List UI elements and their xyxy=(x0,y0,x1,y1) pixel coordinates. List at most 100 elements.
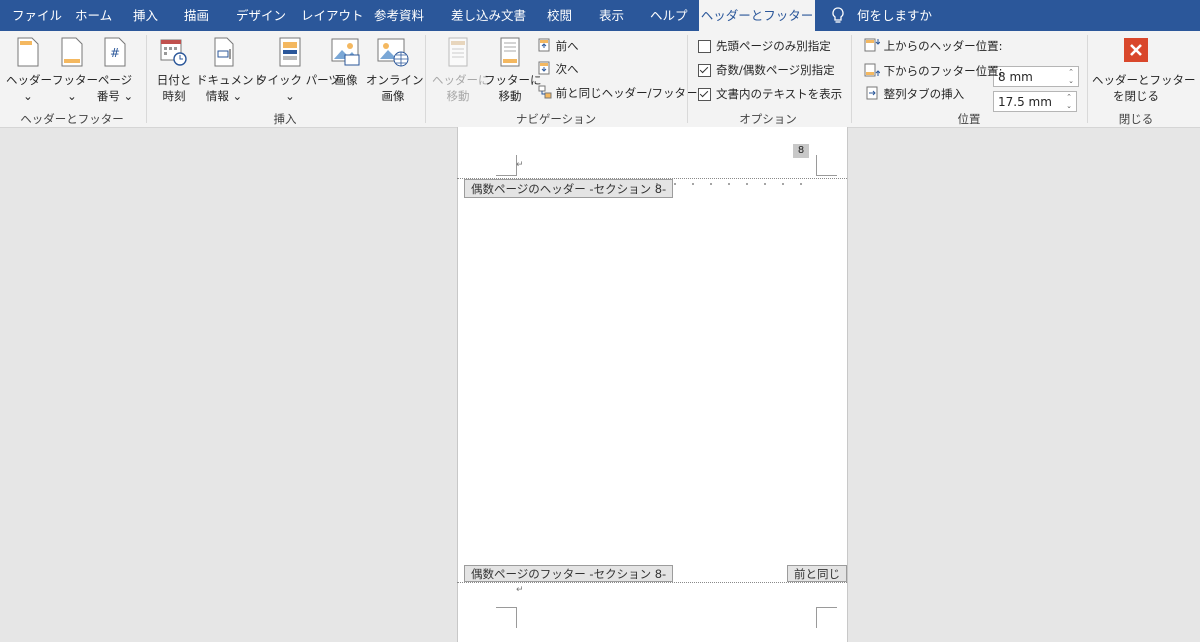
quick-parts-button[interactable]: クイック パーツ ⌄ xyxy=(256,31,340,109)
header-button[interactable]: ヘッダー ⌄ xyxy=(6,31,52,109)
group-divider xyxy=(425,35,426,123)
spin-arrows-icon[interactable]: ⌃ ⌄ xyxy=(1066,68,1076,86)
different-first-page-checkbox[interactable] xyxy=(698,40,711,53)
next-label: 次へ xyxy=(555,62,579,76)
group-label-header-footer: ヘッダーとフッター xyxy=(20,112,124,126)
tab-review[interactable]: 校閲 xyxy=(547,0,572,31)
footer-page-icon xyxy=(61,37,83,71)
go-to-footer-label-1: フッターに xyxy=(484,73,542,87)
close-icon xyxy=(1123,37,1149,67)
online-picture-label-2: 画像 xyxy=(381,89,405,103)
picture-icon xyxy=(331,37,361,71)
link-to-previous-button[interactable]: 前と同じヘッダー/フッター xyxy=(538,83,698,103)
header-position-label: 上からのヘッダー位置: xyxy=(883,39,1003,53)
chevron-down-icon: ⌄ xyxy=(67,89,77,103)
chevron-down-icon: ⌄ xyxy=(285,89,295,103)
page-number-icon: # xyxy=(104,37,126,71)
previous-button[interactable]: 前へ xyxy=(538,36,579,56)
different-odd-even-checkbox[interactable] xyxy=(698,64,711,77)
tab-header-footer[interactable]: ヘッダーとフッター xyxy=(699,0,815,32)
tab-draw[interactable]: 描画 xyxy=(184,0,209,31)
tab-help[interactable]: ヘルプ xyxy=(650,0,688,31)
go-to-footer-button[interactable]: フッターに 移動 xyxy=(484,31,542,109)
crop-mark xyxy=(496,607,517,628)
go-to-header-icon xyxy=(447,37,469,71)
tab-leader-dots xyxy=(655,178,805,186)
online-picture-button[interactable]: オンライン 画像 xyxy=(366,31,424,109)
group-label-position: 位置 xyxy=(957,112,981,126)
spin-arrows-icon[interactable]: ⌃ ⌄ xyxy=(1064,93,1074,111)
group-label-options: オプション xyxy=(739,112,797,126)
tab-insert[interactable]: 挿入 xyxy=(133,0,158,31)
page-number-field[interactable]: 8 xyxy=(793,144,809,158)
close-label-2: を閉じる xyxy=(1113,89,1159,103)
quick-parts-icon xyxy=(278,37,302,71)
alignment-tab-icon xyxy=(866,86,878,100)
document-info-icon xyxy=(212,37,236,71)
next-icon xyxy=(538,61,550,75)
tell-me-search[interactable]: 何をしますか xyxy=(857,0,932,31)
different-odd-even-option[interactable]: 奇数/偶数ページ別指定 xyxy=(698,60,835,80)
tab-home[interactable]: ホーム xyxy=(75,0,112,31)
header-position-icon xyxy=(864,38,881,52)
footer-position-icon xyxy=(864,63,881,77)
show-document-text-option[interactable]: 文書内のテキストを表示 xyxy=(698,84,842,104)
group-label-insert: 挿入 xyxy=(273,112,297,126)
calendar-clock-icon xyxy=(160,37,188,71)
show-document-text-checkbox[interactable] xyxy=(698,88,711,101)
link-icon xyxy=(538,85,552,99)
page-number-label-2: 番号 xyxy=(96,89,120,103)
chevron-down-icon: ⌄ xyxy=(23,89,33,103)
tab-view[interactable]: 表示 xyxy=(599,0,624,31)
group-divider xyxy=(146,35,147,123)
group-label-navigation: ナビゲーション xyxy=(515,112,597,126)
close-header-footer-button[interactable]: ヘッダーとフッターを閉じる xyxy=(1092,31,1196,109)
go-to-footer-icon xyxy=(499,37,521,71)
tab-references[interactable]: 参考資料 xyxy=(374,0,424,31)
tab-design[interactable]: デザイン xyxy=(236,0,286,31)
close-label-1: ヘッダーとフッター xyxy=(1092,73,1196,87)
ribbon: ヘッダー ⌄ フッター ⌄ # ページ番号 ⌄ ヘッダーとフッター 日付と時刻 ドキ… xyxy=(0,31,1200,128)
insert-alignment-tab-label: 整列タブの挿入 xyxy=(883,87,965,101)
insert-alignment-tab-button[interactable]: 整列タブの挿入 xyxy=(866,84,964,104)
previous-icon xyxy=(538,38,550,52)
tab-layout[interactable]: レイアウト xyxy=(301,0,364,31)
svg-text:#: # xyxy=(110,46,120,60)
picture-button[interactable]: 画像 xyxy=(326,31,366,109)
date-time-label-2: 時刻 xyxy=(162,89,186,103)
show-document-text-label: 文書内のテキストを表示 xyxy=(716,87,843,101)
page-number-label-1: ページ xyxy=(97,73,133,87)
different-odd-even-label: 奇数/偶数ページ別指定 xyxy=(716,63,835,77)
go-to-header-label-1: ヘッダーに xyxy=(432,73,490,87)
next-button[interactable]: 次へ xyxy=(538,59,579,79)
different-first-page-option[interactable]: 先頭ページのみ別指定 xyxy=(698,36,831,56)
online-picture-icon xyxy=(377,37,409,71)
page-number-button[interactable]: # ページ 番号 ⌄ xyxy=(94,31,136,109)
header-position-row: 上からのヘッダー位置: xyxy=(864,36,1003,56)
document-info-button[interactable]: ドキュメント 情報 ⌄ xyxy=(196,31,265,109)
footer-button[interactable]: フッター ⌄ xyxy=(52,31,98,109)
date-time-button[interactable]: 日付と 時刻 xyxy=(152,31,196,109)
document-info-label-2: 情報 xyxy=(205,89,229,103)
link-to-previous-label: 前と同じヘッダー/フッター xyxy=(555,86,698,100)
date-time-label-1: 日付と xyxy=(156,73,192,87)
previous-label: 前へ xyxy=(555,39,579,53)
online-picture-label-1: オンライン xyxy=(366,73,424,87)
crop-mark xyxy=(816,155,837,176)
group-divider xyxy=(851,35,852,123)
paragraph-mark: ↵ xyxy=(516,585,524,595)
different-first-page-label: 先頭ページのみ別指定 xyxy=(716,39,831,53)
paragraph-mark: ↵ xyxy=(516,160,524,170)
go-to-header-button[interactable]: ヘッダーに 移動 xyxy=(432,31,490,109)
crop-mark xyxy=(816,607,837,628)
footer-position-input[interactable]: 17.5 mm ⌃ ⌄ xyxy=(993,91,1077,112)
page-number-value: 8 xyxy=(797,145,805,156)
header-position-input[interactable]: 8 mm ⌃ ⌄ xyxy=(993,66,1079,87)
group-divider xyxy=(687,35,688,123)
header-section-tag: 偶数ページのヘッダー -セクション 8- xyxy=(464,179,674,198)
group-label-close: 閉じる xyxy=(1118,112,1154,126)
footer-position-label: 下からのフッター位置: xyxy=(883,64,1003,78)
tab-mailings[interactable]: 差し込み文書 xyxy=(451,0,526,31)
tab-file[interactable]: ファイル xyxy=(12,0,62,31)
go-to-header-label-2: 移動 xyxy=(446,89,470,103)
